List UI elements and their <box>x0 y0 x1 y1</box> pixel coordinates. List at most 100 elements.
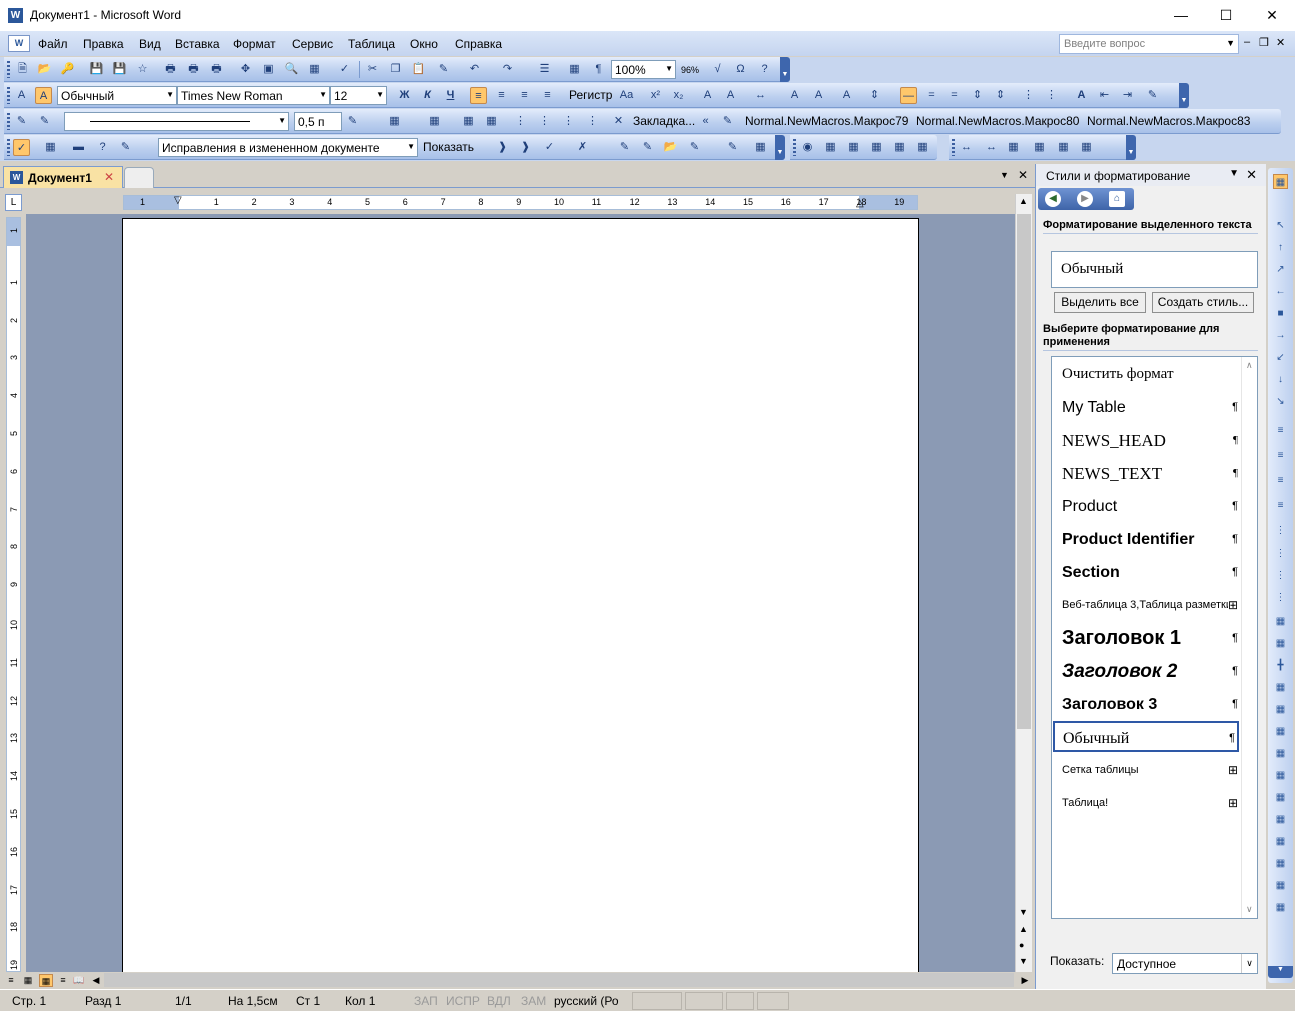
table-props-icon[interactable]: ⋮ <box>560 113 577 130</box>
align-left-icon[interactable]: ≡ <box>470 87 487 104</box>
menu-format[interactable]: Формат <box>233 37 276 51</box>
line-style-combo[interactable]: ▼ <box>64 112 289 131</box>
toolbar-grip[interactable] <box>7 61 10 78</box>
menu-file[interactable]: Файл <box>38 37 68 51</box>
shrink-font-icon[interactable]: A <box>722 87 739 104</box>
bullets-icon[interactable]: ⋮ <box>1043 87 1060 104</box>
style-item-my-table[interactable]: My Table ¶ <box>1054 392 1240 423</box>
scroll-up-icon[interactable]: ▲ <box>1019 196 1028 206</box>
select-frame-icon[interactable]: ▦ <box>566 61 583 78</box>
preview-icon[interactable]: 🔍 <box>283 61 300 78</box>
justify-icon[interactable]: ≡ <box>539 87 556 104</box>
accept-change-icon[interactable]: ✓ <box>541 139 558 156</box>
menu-window[interactable]: Окно <box>410 37 438 51</box>
macro-button-80[interactable]: Normal.NewMacros.Макрос80 <box>916 114 1079 128</box>
dots-2-icon[interactable]: ⋮ <box>1273 546 1288 561</box>
grid-2-icon[interactable]: ▦ <box>1273 636 1288 651</box>
align-right-icon[interactable]: ≡ <box>516 87 533 104</box>
grid-11-icon[interactable]: ▦ <box>1273 834 1288 849</box>
borders-icon[interactable]: ▦ <box>386 113 403 130</box>
pilcrow-icon[interactable]: ¶ <box>590 61 607 78</box>
dots-4-icon[interactable]: ⋮ <box>1273 590 1288 605</box>
doc-restore-button[interactable]: ❐ <box>1259 36 1269 49</box>
review-mode-combo[interactable]: Исправления в измененном документе ▼ <box>158 138 418 157</box>
highlighter-icon[interactable]: ✎ <box>686 139 703 156</box>
spacing-double-icon[interactable]: = <box>946 87 963 104</box>
toolbar-grip[interactable] <box>7 139 10 156</box>
scroll-down-icon[interactable]: ∨ <box>1246 904 1253 915</box>
web-view-icon[interactable]: ▦ <box>21 974 35 987</box>
numbering-icon[interactable]: ⋮ <box>1020 87 1037 104</box>
line-weight-combo[interactable]: 0,5 п <box>294 112 342 131</box>
chevron-down-icon[interactable]: ▼ <box>278 116 286 125</box>
status-extend[interactable]: ВДЛ <box>487 994 511 1008</box>
print-alt-icon[interactable]: 🖶 <box>208 61 225 78</box>
close-button[interactable]: ✕ <box>1249 0 1295 31</box>
table-grid-4-icon[interactable]: ▦ <box>1078 139 1095 156</box>
horizontal-ruler[interactable]: 1 1 2 3 4 5 6 7 8 9 10 11 12 13 14 15 16 17 18 19 ▽ △ <box>123 195 918 210</box>
scroll-up-icon[interactable]: ∧ <box>1246 360 1253 371</box>
toolbar-options-icon[interactable]: ▼ <box>1126 135 1136 160</box>
grid-7-icon[interactable]: ▦ <box>1273 746 1288 761</box>
status-record-macro[interactable]: ЗАП <box>414 994 438 1008</box>
chevron-down-icon[interactable]: ∨ <box>1241 954 1257 973</box>
status-page[interactable]: Стр. 1 <box>12 994 46 1008</box>
columns-icon[interactable]: ☰ <box>536 61 553 78</box>
prev-page-icon[interactable]: ▲ <box>1019 924 1028 934</box>
vertical-scrollbar[interactable]: ▲ ▼ ▲ ● ▼ <box>1015 194 1032 972</box>
scroll-right-icon[interactable]: ▶ <box>1018 974 1032 987</box>
toolbar-options-icon[interactable]: ▼ <box>775 135 785 160</box>
zoom-small-label[interactable]: 96% <box>681 65 699 75</box>
menu-view[interactable]: Вид <box>139 37 161 51</box>
increase-size-icon[interactable]: A <box>786 87 803 104</box>
status-pages[interactable]: 1/1 <box>175 994 192 1008</box>
grid-8-icon[interactable]: ▦ <box>1273 768 1288 783</box>
move-icon[interactable]: ✥ <box>237 61 254 78</box>
grid-6-icon[interactable]: ▦ <box>1273 724 1288 739</box>
width-icon[interactable]: ↔ <box>958 139 975 156</box>
print-icon[interactable]: 🖶 <box>185 61 202 78</box>
bold-icon[interactable]: Ж <box>396 87 413 104</box>
spacing-after-icon[interactable]: ⇕ <box>992 87 1009 104</box>
word-app-icon[interactable]: W <box>8 8 23 23</box>
spacing-15-icon[interactable]: = <box>923 87 940 104</box>
reading-view-icon[interactable]: 📖 <box>72 974 86 987</box>
edit-comment-icon[interactable]: ✎ <box>639 139 656 156</box>
close-document-icon[interactable]: ✕ <box>1018 168 1028 182</box>
macro-button-79[interactable]: Normal.NewMacros.Макрос79 <box>745 114 908 128</box>
grid-1-icon[interactable]: ▦ <box>1273 614 1288 629</box>
maximize-button[interactable]: ☐ <box>1203 0 1249 31</box>
outdent-icon[interactable]: ⇤ <box>1096 87 1113 104</box>
bookmark-icon[interactable]: ✕ <box>610 113 627 130</box>
style-item-heading-1[interactable]: Заголовок 1 ¶ <box>1054 623 1240 654</box>
menu-tools[interactable]: Сервис <box>292 37 333 51</box>
underline-icon[interactable]: Ч <box>442 87 459 104</box>
style-item-web-table[interactable]: Веб-таблица 3,Таблица разметки ⊞ <box>1054 590 1240 621</box>
draw-table-icon[interactable]: ✎ <box>13 113 30 130</box>
indent-icon[interactable]: ⇥ <box>1119 87 1136 104</box>
status-column[interactable]: Кол 1 <box>345 994 375 1008</box>
status-overtype[interactable]: ЗАМ <box>521 994 546 1008</box>
status-position[interactable]: На 1,5см <box>228 994 278 1008</box>
document-control-icon[interactable]: W <box>8 35 30 52</box>
menu-edit[interactable]: Правка <box>83 37 124 51</box>
bookmark-button[interactable]: Закладка... <box>633 114 695 128</box>
spacing-before-icon[interactable]: ⇕ <box>969 87 986 104</box>
chevron-down-icon[interactable]: ▼ <box>407 142 415 151</box>
style-item-table-excl[interactable]: Таблица! ⊞ <box>1054 788 1240 819</box>
chevron-down-icon[interactable]: ▼ <box>376 90 384 99</box>
vertical-ruler[interactable]: 1 1 2 3 4 5 6 7 8 9 10 11 12 13 14 15 16 17 18 19 <box>6 217 21 972</box>
zoom-combo[interactable]: 100% ▼ <box>611 60 676 79</box>
home-icon[interactable]: ⌂ <box>1109 191 1125 207</box>
arrow-down-icon[interactable]: ↓ <box>1273 372 1288 387</box>
horizontal-scroll-track[interactable] <box>104 973 1014 987</box>
line-middle-icon[interactable]: ≡ <box>1273 448 1288 463</box>
undo-icon[interactable]: ↶ <box>466 61 483 78</box>
new-tab[interactable] <box>124 167 154 188</box>
distribute-rows-icon[interactable]: ▦ <box>891 139 908 156</box>
redo-icon[interactable]: ↷ <box>499 61 516 78</box>
hyperlink-icon[interactable]: « <box>697 113 714 130</box>
current-style-box[interactable]: Обычный <box>1051 251 1258 288</box>
decrease-size-icon[interactable]: A <box>810 87 827 104</box>
grid-4-icon[interactable]: ▦ <box>1273 680 1288 695</box>
